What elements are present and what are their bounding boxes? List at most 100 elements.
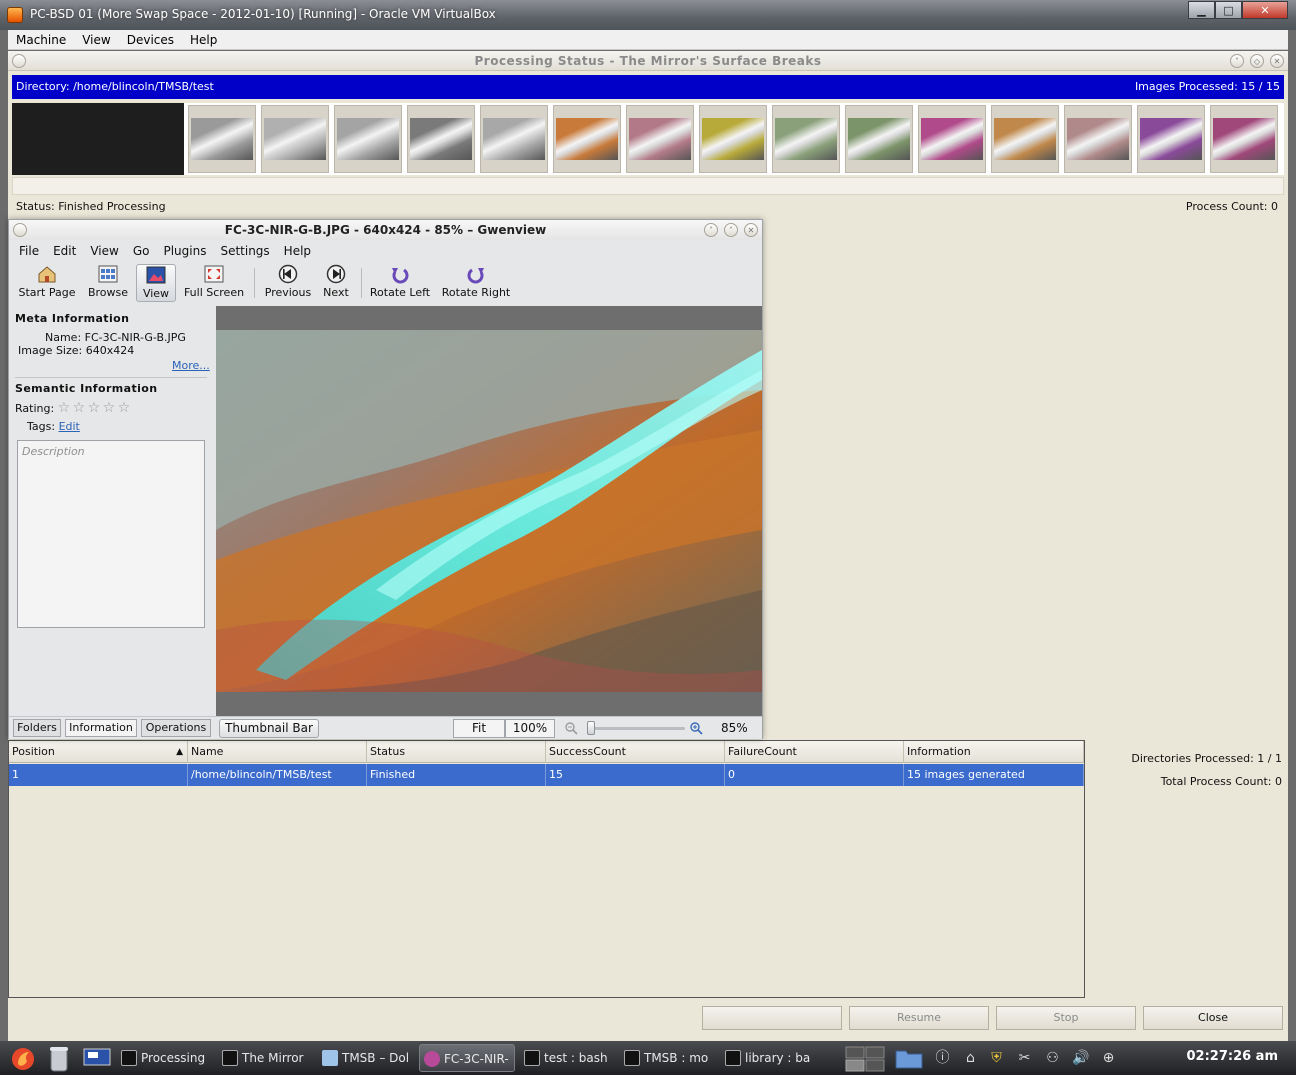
thumbnail-cyan-magenta[interactable] <box>626 105 694 173</box>
minimize-button[interactable]: ▁ <box>1188 1 1215 19</box>
task-processing[interactable]: Processing <box>117 1044 213 1072</box>
tab-folders[interactable]: Folders <box>13 719 61 737</box>
start-menu-icon[interactable] <box>10 1046 36 1072</box>
shield-icon[interactable]: ⛨ <box>988 1050 1005 1067</box>
task-test-bash[interactable]: test : bash <box>520 1044 616 1072</box>
scissors-icon[interactable]: ✂ <box>1016 1050 1033 1067</box>
tags-edit-link[interactable]: Edit <box>59 420 80 433</box>
minimize-button[interactable]: ˅ <box>1230 54 1244 68</box>
menu-edit[interactable]: Edit <box>46 244 83 258</box>
image-viewer[interactable] <box>216 306 762 716</box>
column-success-count[interactable]: SuccessCount <box>546 741 725 763</box>
sort-ascending-icon: ▲ <box>176 747 183 757</box>
thumbnail-rose[interactable] <box>1064 105 1132 173</box>
maximize-button[interactable]: ˄ <box>724 223 738 237</box>
menu-devices[interactable]: Devices <box>119 33 182 47</box>
star-icon[interactable]: ☆ <box>103 401 118 415</box>
connections-icon[interactable]: ⚇ <box>1044 1050 1061 1067</box>
menu-plugins[interactable]: Plugins <box>156 244 213 258</box>
previous-button[interactable]: Previous <box>261 264 315 302</box>
maximize-button[interactable]: □ <box>1215 1 1242 19</box>
more-link[interactable]: More... <box>172 359 210 372</box>
tab-operations[interactable]: Operations <box>141 719 211 737</box>
directory-label: Directory: /home/blincoln/TMSB/test <box>16 80 214 93</box>
rotate-left-button[interactable]: Rotate Left <box>369 264 431 302</box>
network-icon[interactable]: ⌂ <box>962 1050 979 1067</box>
star-icon[interactable]: ☆ <box>58 401 73 415</box>
rotate-right-button[interactable]: Rotate Right <box>441 264 511 302</box>
zoom-out-icon[interactable] <box>565 722 578 735</box>
star-icon[interactable]: ☆ <box>88 401 103 415</box>
thumbnail-image <box>410 118 472 160</box>
star-icon[interactable]: ☆ <box>73 401 88 415</box>
task-the-mirror[interactable]: The Mirror <box>218 1044 314 1072</box>
full-screen-button[interactable]: Full Screen <box>181 264 247 302</box>
stop-button[interactable]: Stop <box>996 1006 1136 1030</box>
menu-machine[interactable]: Machine <box>8 33 74 47</box>
thumbnail-magenta[interactable] <box>918 105 986 173</box>
folder-icon[interactable] <box>894 1046 924 1070</box>
thumbnail-gray-1[interactable] <box>188 105 256 173</box>
next-button[interactable]: Next <box>319 264 353 302</box>
thumbnail-amber[interactable] <box>991 105 1059 173</box>
menu-help[interactable]: Help <box>277 244 318 258</box>
zoom-slider[interactable] <box>589 727 685 730</box>
menu-help[interactable]: Help <box>182 33 225 47</box>
thumbnail-gray-5[interactable] <box>480 105 548 173</box>
view-button[interactable]: View <box>136 264 176 302</box>
task-gwenview[interactable]: FC-3C-NIR- <box>419 1044 515 1072</box>
thumbnail-purple[interactable] <box>1137 105 1205 173</box>
column-position[interactable]: Position ▲ <box>9 741 188 763</box>
start-page-button[interactable]: Start Page <box>15 264 79 302</box>
browse-button[interactable]: Browse <box>85 264 131 302</box>
thumbnail-cyan-olive[interactable] <box>845 105 913 173</box>
pager-icon[interactable] <box>845 1046 885 1072</box>
meta-name-row: Name: FC-3C-NIR-G-B.JPG <box>45 331 186 344</box>
rating-stars[interactable]: ☆ ☆ ☆ ☆ ☆ <box>58 401 133 415</box>
menu-settings[interactable]: Settings <box>213 244 276 258</box>
info-icon[interactable]: ⓘ <box>934 1050 951 1067</box>
table-row[interactable]: 1 /home/blincoln/TMSB/test Finished 15 0… <box>9 764 1084 786</box>
close-button[interactable]: ✕ <box>1270 54 1284 68</box>
thumbnail-gray-2[interactable] <box>261 105 329 173</box>
blank-button[interactable] <box>702 1006 842 1030</box>
close-window-button[interactable]: ✕ <box>1242 1 1288 19</box>
thumbnail-magenta-cyan[interactable] <box>1210 105 1278 173</box>
results-table[interactable]: Position ▲ Name Status SuccessCount Failu… <box>8 740 1085 998</box>
cell-position: 1 <box>9 764 188 786</box>
trash-icon[interactable] <box>48 1045 70 1073</box>
volume-icon[interactable]: 🔊 <box>1072 1050 1089 1067</box>
task-dolphin[interactable]: TMSB – Dol <box>318 1044 414 1072</box>
task-tmsb-mo[interactable]: TMSB : mo <box>620 1044 716 1072</box>
thumbnail-cyan-yellow[interactable] <box>699 105 767 173</box>
zoom-in-icon[interactable] <box>690 722 703 735</box>
column-status[interactable]: Status <box>367 741 546 763</box>
column-information[interactable]: Information <box>904 741 1084 763</box>
show-desktop-icon[interactable] <box>82 1047 112 1069</box>
thumbnail-bar-button[interactable]: Thumbnail Bar <box>219 719 319 738</box>
thumbnail-gray-4[interactable] <box>407 105 475 173</box>
close-button[interactable]: ✕ <box>744 223 758 237</box>
maximize-button[interactable]: ◇ <box>1250 54 1264 68</box>
task-library-bash[interactable]: library : ba <box>721 1044 817 1072</box>
thumbnail-cyan-green[interactable] <box>772 105 840 173</box>
gwenview-menubar: File Edit View Go Plugins Settings Help <box>9 241 762 261</box>
menu-view[interactable]: View <box>74 33 118 47</box>
column-failure-count[interactable]: FailureCount <box>725 741 904 763</box>
zoom-fit-button[interactable]: Fit <box>453 719 505 738</box>
thumbnail-cyan-orange[interactable] <box>553 105 621 173</box>
description-field[interactable]: Description <box>17 440 205 628</box>
minimize-button[interactable]: ˅ <box>704 223 718 237</box>
column-name[interactable]: Name <box>188 741 367 763</box>
thumbnail-gray-3[interactable] <box>334 105 402 173</box>
menu-file[interactable]: File <box>9 244 46 258</box>
tab-information[interactable]: Information <box>65 719 137 737</box>
zoom-100-button[interactable]: 100% <box>505 719 555 738</box>
menu-go[interactable]: Go <box>126 244 157 258</box>
zoom-slider-handle[interactable] <box>587 721 595 735</box>
resume-button[interactable]: Resume <box>849 1006 989 1030</box>
star-icon[interactable]: ☆ <box>118 401 133 415</box>
close-button[interactable]: Close <box>1143 1006 1283 1030</box>
menu-view[interactable]: View <box>83 244 125 258</box>
usb-icon[interactable]: ⊕ <box>1100 1050 1117 1067</box>
